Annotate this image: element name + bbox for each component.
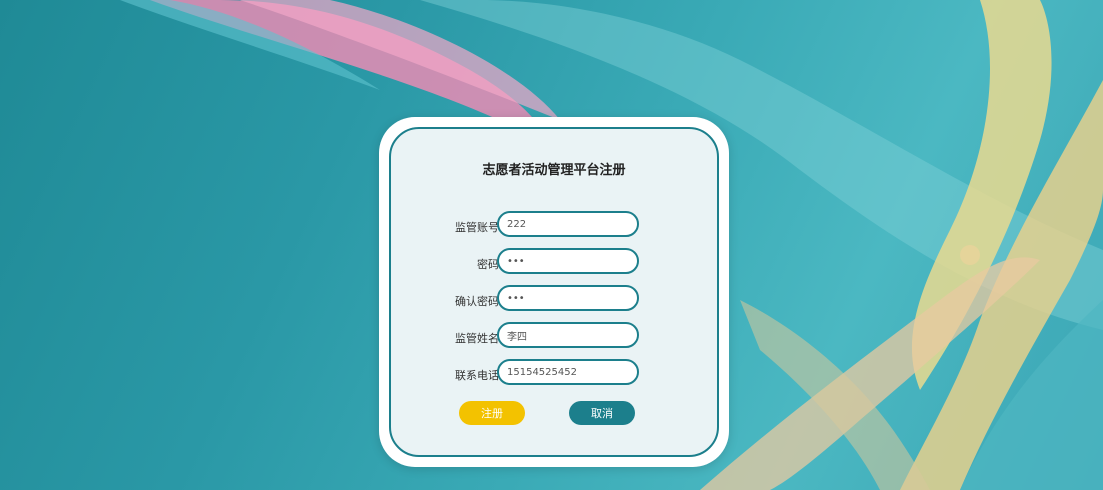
name-label: 监管姓名	[455, 332, 499, 345]
register-form: 志愿者活动管理平台注册 监管账号 密码 确认密码 监管姓名 联系电话 注册 取消	[389, 127, 719, 457]
phone-input[interactable]	[497, 359, 639, 385]
account-row: 监管账号	[391, 211, 717, 241]
password-input[interactable]	[497, 248, 639, 274]
name-input[interactable]	[497, 322, 639, 348]
account-label: 监管账号	[455, 221, 499, 234]
register-card: 志愿者活动管理平台注册 监管账号 密码 确认密码 监管姓名 联系电话 注册 取消	[379, 117, 729, 467]
confirm-password-input[interactable]	[497, 285, 639, 311]
account-input[interactable]	[497, 211, 639, 237]
cancel-button[interactable]: 取消	[569, 401, 635, 425]
confirm-password-row: 确认密码	[391, 285, 717, 315]
confirm-password-label: 确认密码	[455, 295, 499, 308]
register-button[interactable]: 注册	[459, 401, 525, 425]
password-row: 密码	[391, 248, 717, 278]
phone-row: 联系电话	[391, 359, 717, 389]
password-label: 密码	[477, 258, 499, 271]
name-row: 监管姓名	[391, 322, 717, 352]
phone-label: 联系电话	[455, 369, 499, 382]
form-title: 志愿者活动管理平台注册	[482, 163, 626, 178]
